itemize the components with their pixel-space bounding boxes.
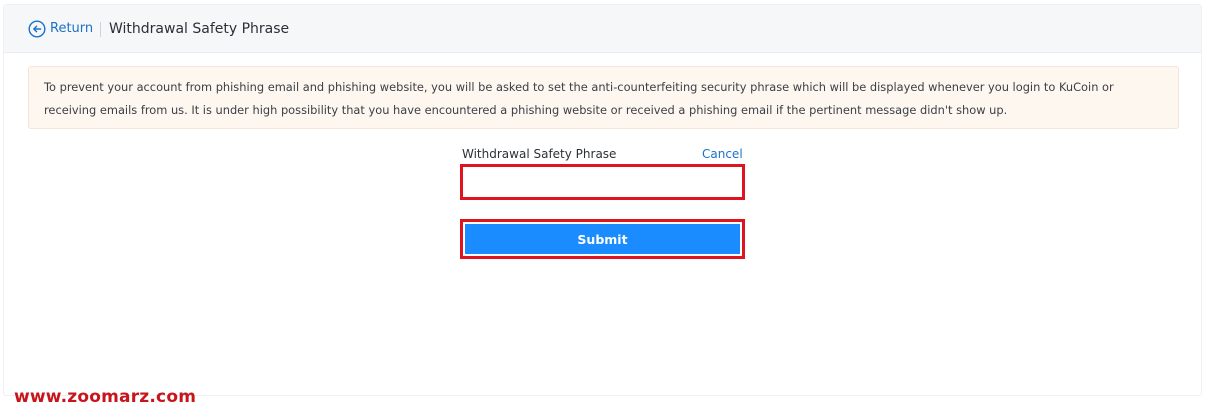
safety-phrase-label: Withdrawal Safety Phrase xyxy=(462,147,617,161)
submit-highlight-frame: Submit xyxy=(460,219,745,259)
main-panel: Return Withdrawal Safety Phrase To preve… xyxy=(3,4,1202,396)
return-label: Return xyxy=(50,21,94,36)
arrow-left-circle-icon xyxy=(28,20,46,38)
watermark-text: www.zoomarz.com xyxy=(14,387,197,407)
return-link[interactable]: Return xyxy=(28,20,93,38)
header-divider xyxy=(100,22,101,37)
cancel-link[interactable]: Cancel xyxy=(702,146,743,162)
submit-button[interactable]: Submit xyxy=(465,224,740,254)
phishing-notice: To prevent your account from phishing em… xyxy=(28,66,1179,129)
safety-phrase-input[interactable] xyxy=(460,164,745,200)
page-title: Withdrawal Safety Phrase xyxy=(109,21,290,37)
top-bar: Return Withdrawal Safety Phrase xyxy=(4,5,1201,53)
